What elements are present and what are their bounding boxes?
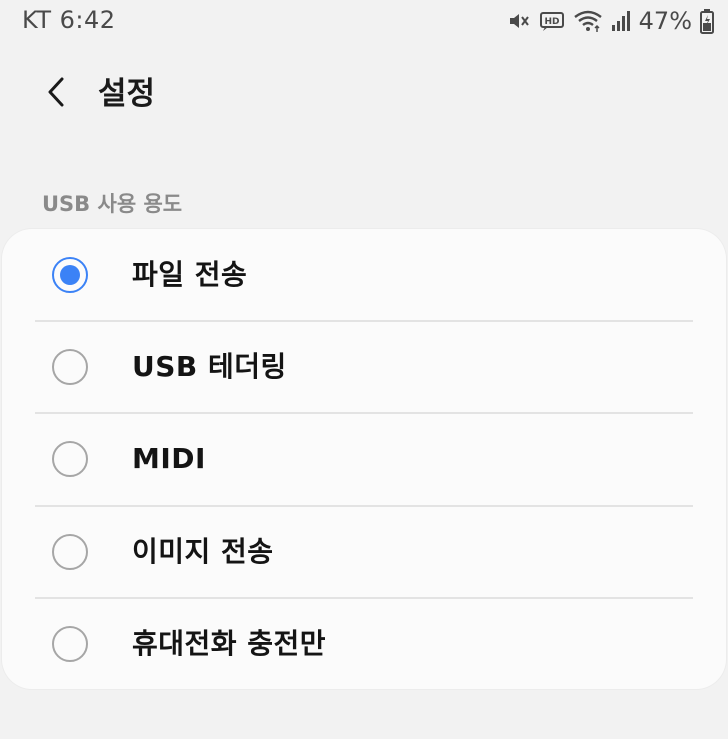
option-label: USB 테더링 xyxy=(132,350,287,383)
option-label: MIDI xyxy=(132,442,206,475)
chevron-left-icon xyxy=(44,76,68,112)
wifi-icon xyxy=(573,9,603,33)
svg-text:HD: HD xyxy=(544,17,559,27)
radio-unselected-icon[interactable] xyxy=(52,349,88,385)
option-file-transfer[interactable]: 파일 전송 xyxy=(2,229,726,321)
radio-unselected-icon[interactable] xyxy=(52,626,88,662)
option-image-transfer[interactable]: 이미지 전송 xyxy=(2,506,726,598)
carrier-time: KT 6:42 xyxy=(22,6,116,34)
option-charge-only[interactable]: 휴대전화 충전만 xyxy=(2,598,726,689)
status-icons: HD 47% xyxy=(507,6,714,36)
option-label: 파일 전송 xyxy=(132,258,248,291)
radio-unselected-icon[interactable] xyxy=(52,441,88,477)
battery-percent: 47% xyxy=(638,7,692,35)
hd-icon: HD xyxy=(539,10,565,32)
back-button[interactable] xyxy=(36,74,76,114)
app-header: 설정 xyxy=(0,64,728,124)
section-label: USB 사용 용도 xyxy=(42,192,183,216)
radio-unselected-icon[interactable] xyxy=(52,534,88,570)
mute-icon xyxy=(507,9,531,33)
battery-icon xyxy=(700,8,714,34)
option-midi[interactable]: MIDI xyxy=(2,413,726,505)
option-label: 이미지 전송 xyxy=(132,535,274,568)
status-bar: KT 6:42 HD 47% xyxy=(0,0,728,44)
usb-options-card: 파일 전송 USB 테더링 MIDI 이미지 전송 휴대전화 충전만 xyxy=(2,229,726,689)
radio-selected-icon[interactable] xyxy=(52,257,88,293)
option-label: 휴대전화 충전만 xyxy=(132,627,327,660)
option-usb-tethering[interactable]: USB 테더링 xyxy=(2,321,726,413)
signal-icon xyxy=(611,10,631,32)
page-title: 설정 xyxy=(98,76,156,112)
